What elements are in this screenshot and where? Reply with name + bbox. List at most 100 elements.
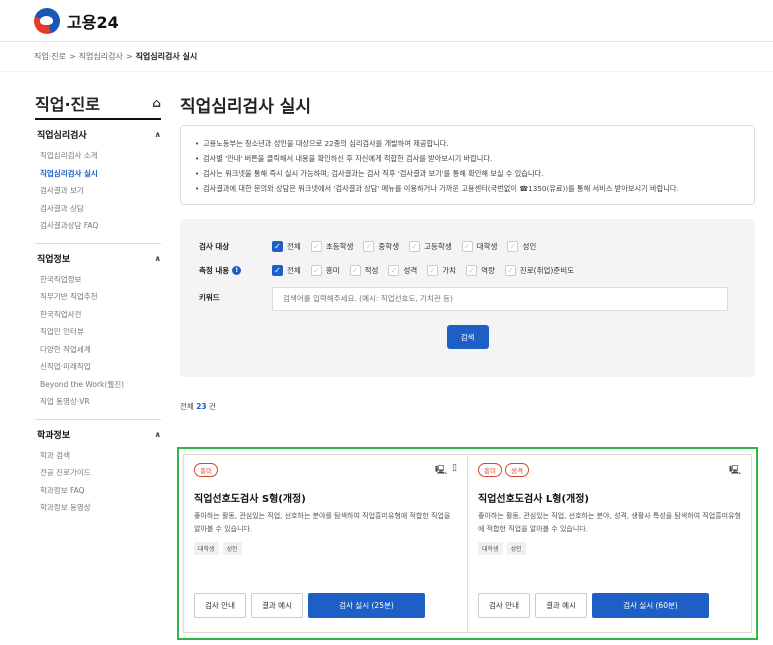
checkbox-icon: ✓	[363, 240, 375, 252]
sidebar-item[interactable]: Beyond the Work(웹진)	[37, 376, 161, 394]
sidebar-item[interactable]: 검사결과 보기	[37, 182, 161, 200]
measure-checkbox-all[interactable]: ✓ 전체	[272, 264, 301, 276]
sidebar-item[interactable]: 다양한 직업세계	[37, 341, 161, 359]
start-test-button[interactable]: 검사 실시 (60분)	[591, 593, 709, 618]
checkbox-label: 가치	[442, 265, 457, 275]
mobile-icon: ▯	[452, 463, 457, 473]
sidebar-group-title: 직업심리검사	[37, 131, 87, 141]
checkbox-checked-icon: ✓	[272, 264, 283, 276]
sidebar-group-header[interactable]: 직업심리검사 ∧	[37, 128, 161, 141]
target-chip: 성인	[222, 542, 242, 555]
target-chip: 대학생	[478, 542, 503, 555]
sidebar-item[interactable]: 검사결과상담 FAQ	[37, 217, 161, 235]
breadcrumb-sep: >	[125, 52, 133, 61]
sidebar-item[interactable]: 학과 검색	[37, 447, 161, 465]
sidebar-item-active[interactable]: 직업심리검사 실시	[37, 165, 161, 183]
card-title: 직업선호도검사 L형(개정)	[478, 494, 589, 505]
checkbox-label: 전체	[287, 241, 301, 251]
sidebar-title: 직업·진로 ⌂	[35, 88, 161, 120]
card-description: 좋아하는 활동, 관심있는 직업, 선호하는 분야를 탐색하여 직업흥미유형에 …	[194, 512, 451, 533]
target-chip: 대학생	[194, 542, 219, 555]
sidebar-item[interactable]: 한국직업정보	[37, 271, 161, 289]
target-checkbox[interactable]: ✓ 대학생	[461, 240, 498, 252]
checkbox-icon: ✓	[388, 264, 400, 276]
guide-button[interactable]: 검사 안내	[478, 593, 530, 618]
measure-checkbox[interactable]: ✓ 역량	[466, 264, 495, 276]
measure-checkbox[interactable]: ✓ 적성	[349, 264, 379, 276]
chevron-up-icon[interactable]: ∧	[155, 254, 162, 263]
measure-checkbox[interactable]: ✓ 흥미	[310, 264, 340, 276]
target-checkbox[interactable]: ✓ 고등학생	[409, 240, 452, 252]
result-count-suffix: 건	[206, 402, 216, 411]
checkbox-label: 역량	[481, 265, 495, 275]
sidebar-item[interactable]: 신직업·미래직업	[37, 358, 161, 376]
info-item: 고용노동부는 청소년과 성인을 대상으로 22종의 심리검사를 개발하여 제공합…	[195, 136, 740, 151]
sidebar-item[interactable]: 직업심리검사 소개	[37, 147, 161, 165]
sidebar-group-title: 직업정보	[37, 254, 71, 265]
target-checkbox-all[interactable]: ✓ 전체	[272, 240, 301, 252]
logo-text: 고용24	[67, 12, 119, 32]
search-button[interactable]: 검색	[446, 325, 489, 349]
breadcrumb: 직업·진로 > 직업심리검사 > 직업심리검사 실시	[0, 42, 773, 72]
sidebar-item[interactable]: 한국직업사전	[37, 306, 161, 324]
result-example-button[interactable]: 결과 예시	[250, 593, 303, 618]
sidebar-item[interactable]: 검사결과 상담	[37, 200, 161, 218]
breadcrumb-item[interactable]: 직업심리검사	[79, 51, 123, 62]
chevron-up-icon[interactable]: ∧	[155, 130, 162, 139]
target-chip: 성인	[506, 542, 526, 555]
target-label: 검사 대상	[199, 241, 230, 251]
sidebar-item[interactable]: 학과정보 FAQ	[37, 482, 161, 500]
checkbox-label: 전체	[287, 265, 301, 275]
target-checkbox[interactable]: ✓ 중학생	[363, 240, 400, 252]
keyword-input[interactable]	[272, 286, 728, 311]
sidebar-group-header[interactable]: 직업정보 ∧	[37, 252, 161, 265]
sidebar-group: 학과정보 ∧ 학과 검색 전공 진로가이드 학과정보 FAQ 학과정보 동영상	[35, 420, 161, 525]
search-filter-box: 검사 대상 ✓ 전체 ✓ 초등학생 ✓ 중학생 ✓ 고등학생 ✓ 대학생 ✓ 성인 측정 내…	[180, 219, 755, 377]
checkbox-checked-icon: ✓	[272, 240, 283, 252]
checkbox-label: 진로(취업)준비도	[519, 265, 575, 275]
checkbox-icon: ✓	[310, 264, 322, 276]
checkbox-icon: ✓	[427, 264, 439, 276]
result-count: 전체 23 건	[180, 401, 755, 412]
breadcrumb-item[interactable]: 직업·진로	[34, 51, 66, 62]
target-checkbox[interactable]: ✓ 성인	[507, 240, 536, 252]
checkbox-label: 적성	[364, 265, 379, 275]
sidebar-title-text: 직업·진로	[35, 95, 100, 114]
logo-icon	[34, 7, 60, 34]
checkbox-icon: ✓	[409, 240, 421, 252]
sidebar-item[interactable]: 전공 진로가이드	[37, 464, 161, 482]
start-test-button[interactable]: 검사 실시 (25분)	[307, 593, 425, 618]
desktop-icon: 🖳	[728, 466, 741, 476]
test-card: 흥미 🖳 ▯ 직업선호도검사 S형(개정) 좋아하는 활동, 관심있는 직업, 선…	[183, 454, 468, 633]
sidebar-group-header[interactable]: 학과정보 ∧	[37, 428, 161, 441]
checkbox-icon: ✓	[466, 264, 478, 276]
checkbox-label: 초등학생	[325, 241, 354, 251]
test-card: 흥미 성격 🖳 직업선호도검사 L형(개정) 좋아하는 활동, 관심있는 직업, …	[468, 454, 752, 633]
info-icon[interactable]: !	[232, 265, 242, 275]
site-header: 고용24	[0, 0, 773, 42]
measure-checkbox[interactable]: ✓ 진로(취업)준비도	[504, 264, 575, 276]
measure-checkbox[interactable]: ✓ 가치	[427, 264, 457, 276]
info-item: 검사결과에 대한 문의와 상담은 워크넷에서 '검사결과 상담' 메뉴를 이용하…	[195, 181, 740, 196]
result-example-button[interactable]: 결과 예시	[534, 593, 587, 618]
checkbox-label: 중학생	[378, 241, 400, 251]
checkbox-label: 대학생	[476, 241, 498, 251]
desktop-icon: 🖳	[435, 466, 448, 476]
logo[interactable]: 고용24	[34, 7, 119, 34]
sidebar-item[interactable]: 직무기반 직업추천	[37, 288, 161, 306]
home-icon[interactable]: ⌂	[152, 96, 161, 110]
breadcrumb-sep: >	[68, 52, 76, 61]
sidebar-item[interactable]: 직업인 인터뷰	[37, 323, 161, 341]
sidebar-item[interactable]: 직업 동영상·VR	[37, 393, 161, 411]
sidebar-item[interactable]: 학과정보 동영상	[37, 499, 161, 517]
measure-checkbox[interactable]: ✓ 성격	[388, 264, 418, 276]
card-title: 직업선호도검사 S형(개정)	[194, 494, 306, 505]
chevron-up-icon[interactable]: ∧	[155, 430, 162, 439]
checkbox-label: 성격	[403, 265, 418, 275]
target-checkbox[interactable]: ✓ 초등학생	[310, 240, 354, 252]
category-tag: 흥미	[478, 463, 502, 477]
sidebar: 직업·진로 ⌂ 직업심리검사 ∧ 직업심리검사 소개 직업심리검사 실시 검사결과…	[35, 88, 161, 525]
guide-button[interactable]: 검사 안내	[194, 593, 246, 618]
checkbox-icon: ✓	[507, 240, 519, 252]
keyword-row: 키워드	[199, 282, 736, 312]
